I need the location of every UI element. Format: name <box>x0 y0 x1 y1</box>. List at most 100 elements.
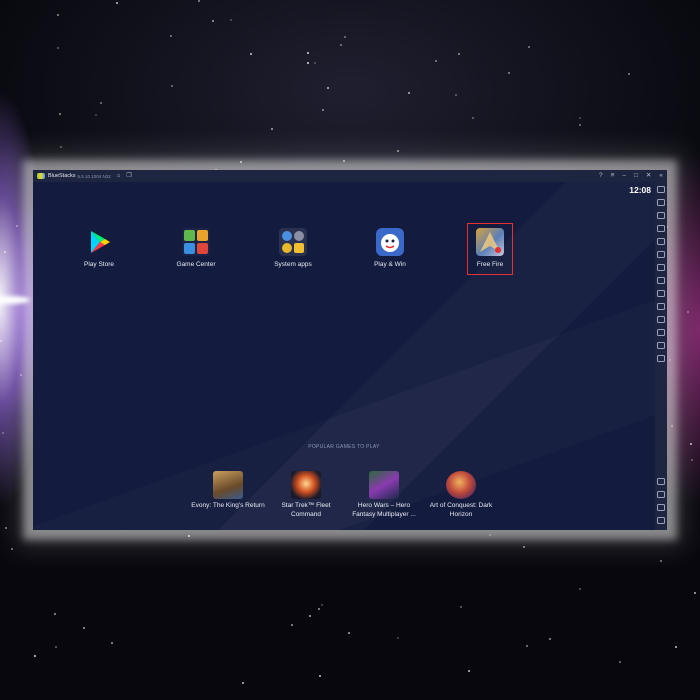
play-and-win-icon <box>376 228 404 256</box>
star <box>2 432 4 434</box>
star <box>340 44 342 46</box>
star <box>508 72 510 74</box>
eco-mode-icon[interactable] <box>657 342 665 349</box>
star <box>549 638 551 640</box>
star <box>579 117 581 119</box>
game-hero-wars[interactable]: Hero Wars – Hero Fantasy Multiplayer ... <box>346 471 422 519</box>
menu-icon[interactable]: ≡ <box>611 172 615 180</box>
free-fire-icon <box>476 228 504 256</box>
star <box>671 425 673 427</box>
collapse-sidebar-icon[interactable]: « <box>659 172 663 180</box>
star <box>4 251 6 253</box>
settings-icon[interactable] <box>657 478 665 485</box>
star <box>694 592 696 594</box>
recent-apps-icon[interactable] <box>657 517 665 524</box>
star <box>16 225 18 227</box>
multi-instance-icon[interactable]: ❐ <box>126 173 131 179</box>
star <box>348 632 350 634</box>
star <box>57 47 59 49</box>
star <box>170 35 172 37</box>
star <box>95 114 97 116</box>
star <box>116 2 118 4</box>
close-icon[interactable]: ✕ <box>646 172 651 180</box>
star <box>100 102 102 104</box>
app-label: Free Fire <box>476 261 504 268</box>
media-icon[interactable] <box>657 199 665 206</box>
system-apps-icon <box>279 228 307 256</box>
star <box>11 548 13 550</box>
star <box>54 613 56 615</box>
game-star-trek[interactable]: Star Trek™ Fleet Command <box>268 471 344 519</box>
star <box>397 150 399 152</box>
star <box>212 20 214 22</box>
star <box>83 627 85 629</box>
star <box>435 60 437 62</box>
record-icon[interactable] <box>657 225 665 232</box>
star <box>307 52 309 54</box>
star <box>455 94 457 96</box>
game-art-of-conquest[interactable]: Art of Conquest: Dark Horizon <box>423 471 499 519</box>
star <box>628 73 630 75</box>
location-icon[interactable] <box>657 329 665 336</box>
screenshot-icon[interactable] <box>657 212 665 219</box>
rotate-icon[interactable] <box>657 303 665 310</box>
star-trek-icon <box>291 471 321 499</box>
game-evony[interactable]: Evony: The King's Return <box>190 471 266 511</box>
app-system-apps[interactable]: System apps <box>258 228 328 268</box>
star <box>314 62 316 64</box>
star <box>271 128 273 130</box>
star <box>523 546 525 548</box>
shake-icon[interactable] <box>657 316 665 323</box>
multi-instance-sidebar-icon[interactable] <box>657 290 665 297</box>
star <box>309 615 311 617</box>
star <box>55 646 57 648</box>
app-label: Play & Win <box>374 261 406 268</box>
star <box>198 0 200 2</box>
star <box>472 117 474 119</box>
star <box>579 124 581 126</box>
app-title: BlueStacks <box>48 173 76 179</box>
star <box>321 604 323 606</box>
star <box>250 53 252 55</box>
star <box>291 624 293 626</box>
gamepad-icon[interactable] <box>657 238 665 245</box>
home-icon[interactable]: ⌂ <box>117 173 121 179</box>
status-time: 12:08 <box>629 185 651 195</box>
star <box>60 146 62 148</box>
star <box>242 682 244 684</box>
star <box>528 46 530 48</box>
app-play-store[interactable]: Play Store <box>64 228 134 268</box>
folder-icon[interactable] <box>657 277 665 284</box>
back-icon[interactable] <box>657 491 665 498</box>
app-version: 5.5.10.1004 N32 <box>77 173 111 179</box>
star <box>619 661 621 663</box>
maximize-icon[interactable]: □ <box>634 172 638 180</box>
keyboard-icon[interactable] <box>657 251 665 258</box>
star <box>5 527 7 529</box>
game-label: Art of Conquest: Dark Horizon <box>429 502 493 518</box>
macro-icon[interactable] <box>657 355 665 362</box>
game-label: Hero Wars – Hero Fantasy Multiplayer ... <box>352 502 416 518</box>
install-apk-icon[interactable] <box>657 264 665 271</box>
star <box>690 443 692 445</box>
app-label: Play Store <box>84 261 114 268</box>
android-home-screen: 12:08 Play Store Game Center System apps… <box>33 182 655 530</box>
home-button-icon[interactable] <box>657 504 665 511</box>
star <box>468 670 470 672</box>
star <box>460 606 462 608</box>
app-label: System apps <box>274 261 312 268</box>
lens-flare <box>0 296 30 304</box>
art-of-conquest-icon <box>446 471 476 499</box>
star <box>669 359 671 361</box>
app-game-center[interactable]: Game Center <box>161 228 231 268</box>
minimize-icon[interactable]: – <box>622 172 626 180</box>
app-play-and-win[interactable]: Play & Win <box>355 228 425 268</box>
star <box>675 646 677 648</box>
volume-icon[interactable] <box>657 186 665 193</box>
app-free-fire[interactable]: Free Fire <box>455 228 525 268</box>
help-icon[interactable]: ? <box>599 172 603 180</box>
star <box>322 109 324 111</box>
bluestacks-window: BlueStacks 5.5.10.1004 N32 ⌂ ❐ ? ≡ – □ ✕… <box>33 170 667 530</box>
star <box>111 642 113 644</box>
star <box>408 92 410 94</box>
